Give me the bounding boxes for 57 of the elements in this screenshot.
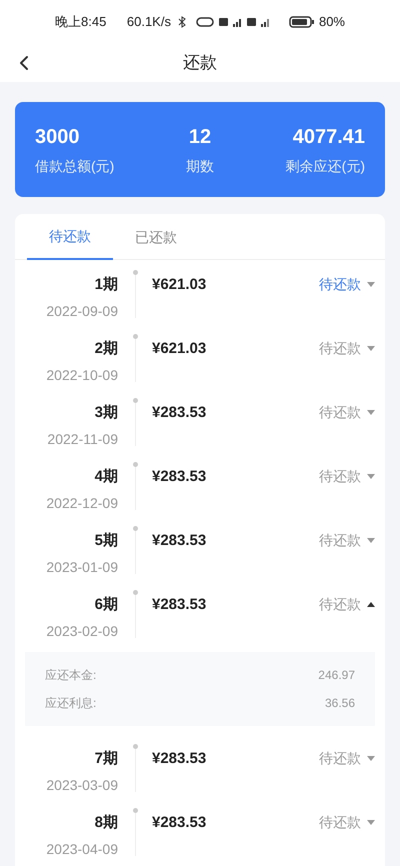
status-toggle[interactable]: 待还款 (319, 594, 375, 614)
amount: ¥283.53 (152, 403, 206, 422)
amount: ¥283.53 (152, 531, 206, 550)
due-date: 2023-04-09 (46, 840, 118, 858)
tab[interactable]: 已还款 (113, 214, 199, 260)
status-time: 晚上8:45 (55, 13, 106, 32)
summary-label: 借款总额(元) (35, 157, 114, 176)
due-date: 2022-12-09 (46, 494, 118, 512)
caret-down-icon (367, 410, 375, 414)
amount: ¥621.03 (152, 275, 206, 294)
amount: ¥283.53 (152, 813, 206, 832)
period-label: 7期 (94, 749, 118, 769)
tab[interactable]: 待还款 (27, 214, 113, 260)
status-toggle[interactable]: 待还款 (319, 402, 375, 422)
detail-label: 应还本金: (45, 667, 96, 684)
period-label: 3期 (94, 403, 118, 423)
amount: ¥283.53 (152, 749, 206, 768)
summary-value: 3000 (35, 125, 80, 150)
period-label: 4期 (94, 467, 118, 487)
status-toggle[interactable]: 待还款 (319, 812, 375, 832)
caret-down-icon (367, 756, 375, 760)
period-label: 5期 (94, 531, 118, 551)
amount: ¥283.53 (152, 595, 206, 614)
summary-value: 4077.41 (292, 125, 365, 150)
due-date: 2022-09-09 (46, 302, 118, 320)
detail-label: 应还利息: (45, 695, 96, 712)
battery-percent: 80% (318, 13, 345, 32)
status-toggle[interactable]: 待还款 (319, 748, 375, 768)
due-date: 2023-01-09 (46, 558, 118, 576)
detail-value: 36.56 (324, 695, 355, 712)
amount: ¥621.03 (152, 339, 206, 358)
network-speed: 60.1K/s (126, 13, 171, 32)
page-title: 还款 (183, 52, 217, 74)
due-date: 2022-10-09 (46, 366, 118, 384)
period-label: 8期 (94, 813, 118, 833)
due-date: 2023-02-09 (46, 622, 118, 640)
caret-up-icon (367, 602, 375, 606)
summary-label: 剩余应还(元) (286, 157, 365, 176)
amount: ¥283.53 (152, 467, 206, 486)
summary-label: 期数 (186, 157, 214, 176)
period-label: 1期 (94, 275, 118, 295)
period-label: 2期 (94, 339, 118, 359)
status-toggle[interactable]: 待还款 (319, 274, 375, 294)
caret-down-icon (367, 820, 375, 824)
status-toggle[interactable]: 待还款 (319, 338, 375, 358)
caret-down-icon (367, 538, 375, 542)
detail-value: 246.97 (318, 667, 355, 684)
due-date: 2022-11-09 (47, 430, 118, 448)
period-label: 6期 (94, 595, 118, 615)
due-date: 2023-03-09 (46, 776, 118, 794)
summary-value: 12 (188, 125, 212, 150)
caret-down-icon (367, 346, 375, 350)
status-toggle[interactable]: 待还款 (319, 530, 375, 550)
caret-down-icon (367, 282, 375, 286)
status-toggle[interactable]: 待还款 (319, 466, 375, 486)
caret-down-icon (367, 474, 375, 478)
battery-icon (288, 16, 315, 28)
